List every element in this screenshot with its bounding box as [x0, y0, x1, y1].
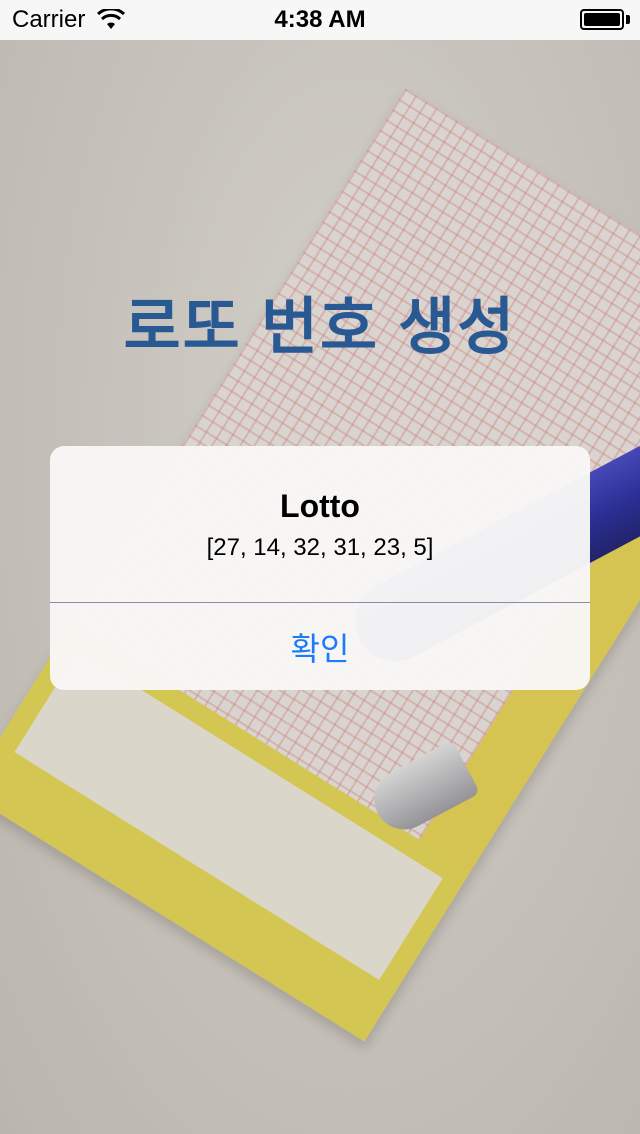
- alert-title: Lotto: [280, 488, 360, 524]
- status-bar: Carrier 4:38 AM: [0, 0, 640, 40]
- confirm-button[interactable]: 확인: [50, 603, 590, 690]
- battery-tip: [626, 15, 630, 24]
- battery-icon: [580, 9, 624, 30]
- alert-message: [27, 14, 32, 31, 23, 5]: [206, 534, 434, 561]
- status-time: 4:38 AM: [274, 6, 366, 33]
- alert-dialog: Lotto [27, 14, 32, 31, 23, 5] 확인: [50, 446, 590, 690]
